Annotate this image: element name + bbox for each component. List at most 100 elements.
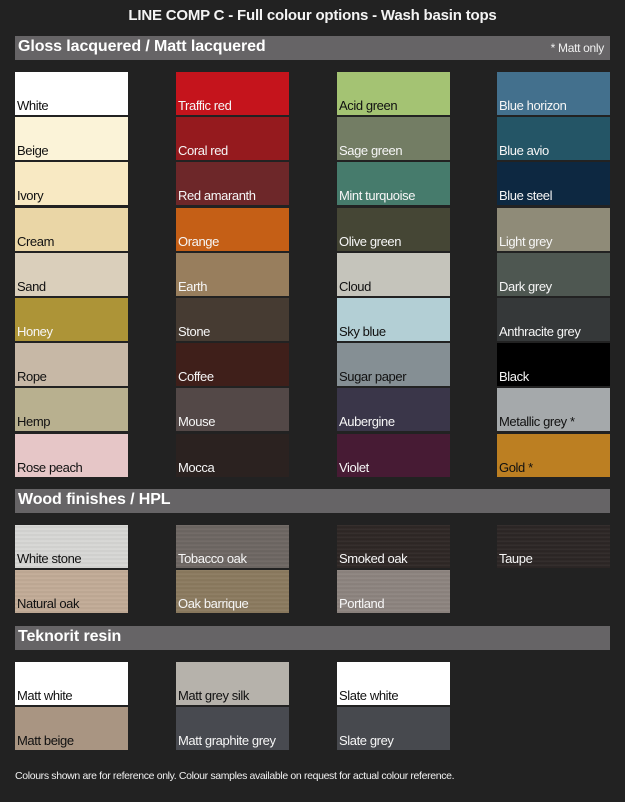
colour-swatch: Matt beige [15,707,128,750]
swatch-label: Aubergine [339,414,395,429]
section-title: Teknorit resin [18,628,122,645]
colour-swatch: Aubergine [337,388,450,431]
colour-swatch: Red amaranth [176,162,289,205]
colour-swatch: Taupe [497,525,610,568]
colour-swatch: Mouse [176,388,289,431]
colour-swatch: Tobacco oak [176,525,289,568]
page-title: LINE COMP C - Full colour options - Wash… [128,7,497,24]
section-title: Gloss lacquered / Matt lacquered [18,38,266,55]
colour-swatch: Matt graphite grey [176,707,289,750]
swatch-label: Sugar paper [339,369,407,384]
swatch-label: Sage green [339,143,403,158]
colour-swatch: Rose peach [15,434,128,477]
swatch-label: Coffee [178,369,214,384]
swatch-label: Traffic red [178,98,232,113]
swatch-label: Rose peach [17,460,83,475]
colour-swatch: Hemp [15,388,128,431]
swatch-label: Gold * [499,460,533,475]
swatch-label: Red amaranth [178,188,256,203]
swatch-label: Hemp [17,414,51,429]
colour-swatch: Blue avio [497,117,610,160]
swatch-label: Blue horizon [499,98,567,113]
colour-swatch: Sky blue [337,298,450,341]
disclaimer-footnote: Colours shown are for reference only. Co… [15,770,455,782]
swatch-label: Matt graphite grey [178,733,276,748]
colour-swatch: Metallic grey * [497,388,610,431]
swatch-label: Cream [17,234,55,249]
swatch-label: Tobacco oak [178,551,247,566]
colour-swatch: Sand [15,253,128,296]
colour-swatch: Mocca [176,434,289,477]
swatch-label: Metallic grey * [499,414,575,429]
swatch-label: Violet [339,460,369,475]
colour-swatch: Beige [15,117,128,160]
colour-swatch: Matt grey silk [176,662,289,705]
swatch-label: Beige [17,143,49,158]
swatch-label: White [17,98,49,113]
colour-swatch: White [15,72,128,115]
swatch-label: Portland [339,596,385,611]
colour-swatch: Blue horizon [497,72,610,115]
swatch-label: Mouse [178,414,216,429]
swatch-label: Blue steel [499,188,553,203]
colour-swatch: Traffic red [176,72,289,115]
swatch-label: Olive green [339,234,402,249]
swatch-label: Mint turquoise [339,188,416,203]
swatch-label: Dark grey [499,279,552,294]
swatch-label: Cloud [339,279,371,294]
colour-swatch: Natural oak [15,570,128,613]
swatch-label: Honey [17,324,53,339]
swatch-label: Stone [178,324,210,339]
section-header-wood: Wood finishes / HPL [15,489,610,513]
colour-swatch: Sage green [337,117,450,160]
swatch-label: Earth [178,279,208,294]
swatch-label: Mocca [178,460,215,475]
colour-swatch: Mint turquoise [337,162,450,205]
swatch-label: Sky blue [339,324,386,339]
swatch-label: Ivory [17,188,44,203]
swatch-label: Slate white [339,688,399,703]
colour-swatch: Rope [15,343,128,386]
colour-swatch: Earth [176,253,289,296]
colour-swatch: Coffee [176,343,289,386]
colour-swatch: Cloud [337,253,450,296]
colour-swatch: Gold * [497,434,610,477]
colour-swatch: Blue steel [497,162,610,205]
swatch-label: Oak barrique [178,596,249,611]
swatch-label: Taupe [499,551,533,566]
colour-swatch: Acid green [337,72,450,115]
swatch-label: Acid green [339,98,398,113]
colour-swatch: Dark grey [497,253,610,296]
swatch-label: Smoked oak [339,551,408,566]
colour-swatch: Smoked oak [337,525,450,568]
swatch-label: Black [499,369,529,384]
colour-swatch: Sugar paper [337,343,450,386]
swatch-label: White stone [17,551,82,566]
section-title: Wood finishes / HPL [18,491,171,508]
colour-swatch: Anthracite grey [497,298,610,341]
colour-swatch: Olive green [337,208,450,251]
swatch-label: Anthracite grey [499,324,581,339]
colour-swatch: Portland [337,570,450,613]
swatch-label: Natural oak [17,596,80,611]
colour-swatch: Slate grey [337,707,450,750]
swatch-label: Slate grey [339,733,394,748]
colour-swatch: Violet [337,434,450,477]
colour-swatch: Honey [15,298,128,341]
colour-swatch: White stone [15,525,128,568]
colour-swatch: Orange [176,208,289,251]
swatch-label: Matt beige [17,733,74,748]
swatch-label: Coral red [178,143,228,158]
swatch-label: Rope [17,369,47,384]
colour-swatch: Matt white [15,662,128,705]
section-header-gloss: Gloss lacquered / Matt lacquered * Matt … [15,36,610,60]
swatch-label: Sand [17,279,46,294]
section-header-resin: Teknorit resin [15,626,610,650]
colour-swatch: Light grey [497,208,610,251]
swatch-label: Light grey [499,234,553,249]
colour-swatch: Ivory [15,162,128,205]
colour-swatch: Coral red [176,117,289,160]
swatch-label: Orange [178,234,219,249]
colour-swatch: Black [497,343,610,386]
colour-swatch: Cream [15,208,128,251]
